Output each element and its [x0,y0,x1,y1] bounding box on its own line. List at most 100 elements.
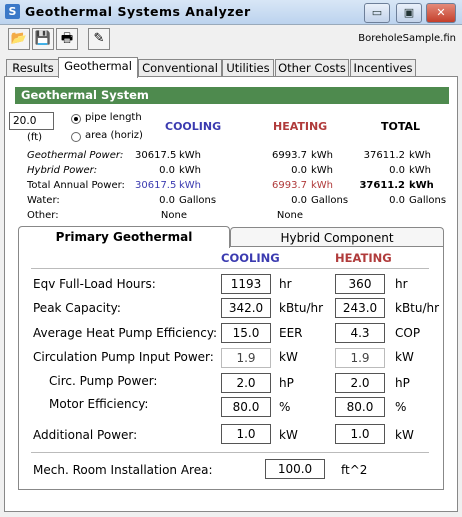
summary-heating-value: None [276,210,303,221]
heat-pump-efficiency-heating-input[interactable]: 4.3 [335,323,385,343]
summary-heating-unit: kWh [311,150,334,161]
summary-cooling-unit: kWh [179,165,202,176]
circ-pump-power-heating-input[interactable]: 2.0 [335,373,385,393]
motor-efficiency-heating-input[interactable]: 80.0 [335,397,385,417]
open-folder-icon[interactable]: 📂 [8,28,30,50]
summary-total-unit: Gallons [409,195,447,206]
summary-total-unit: kWh [409,150,432,161]
summary-total-unit: kWh [409,165,432,176]
motor-efficiency-label: Motor Efficiency: [49,397,149,411]
additional-power-label: Additional Power: [33,428,138,442]
primary-cooling-header: COOLING [221,251,280,265]
edit-icon[interactable]: ✎ [88,28,110,50]
minimize-button[interactable]: ▭ [364,3,390,23]
file-name: BoreholeSample.fin [358,33,456,44]
mech-room-area-label: Mech. Room Installation Area: [33,463,213,477]
summary-heating-value: 6993.7 [272,180,307,191]
full-load-hours-heating-input[interactable]: 360 [335,274,385,294]
window-title: Geothermal Systems Analyzer [25,4,251,19]
summary-cooling-value: 30617.5 [135,180,177,191]
summary-heating-value: 0.0 [291,165,307,176]
additional-power-cooling-input[interactable]: 1.0 [221,424,271,444]
circ-pump-power-cooling-input[interactable]: 2.0 [221,373,271,393]
full-load-hours-cooling-input[interactable]: 1193 [221,274,271,294]
tab-primary-geothermal[interactable]: Primary Geothermal [18,226,230,248]
full-load-hours-label: Eqv Full-Load Hours: [33,277,156,291]
peak-capacity-heating-unit: kBtu/hr [395,301,440,315]
circulation-pump-heating-unit: kW [395,350,414,364]
pipe-length-input[interactable]: 20.0 [9,112,54,130]
circ-pump-power-cooling-unit: hP [279,376,294,390]
radio-pipe-length[interactable] [71,114,81,124]
tab-results[interactable]: Results [6,59,60,77]
mech-room-area-unit: ft^2 [341,463,368,477]
heat-pump-efficiency-cooling-input[interactable]: 15.0 [221,323,271,343]
summary-cooling-header: COOLING [165,120,222,133]
summary-heating-value: 0.0 [291,195,307,206]
summary-heating-unit: kWh [311,165,334,176]
summary-cooling-value: 0.0 [159,195,175,206]
print-icon[interactable]: 🖶 [56,28,78,50]
summary-cooling-unit: kWh [179,150,202,161]
motor-efficiency-heating-unit: % [395,400,407,414]
summary-total-value: 0.0 [389,195,405,206]
motor-efficiency-cooling-unit: % [279,400,291,414]
summary-heating-value: 6993.7 [272,150,307,161]
circ-pump-power-heating-unit: hP [395,376,410,390]
peak-capacity-cooling-input[interactable]: 342.0 [221,298,271,318]
circ-pump-power-label: Circ. Pump Power: [49,374,158,388]
header-divider [31,268,429,269]
motor-efficiency-cooling-input[interactable]: 80.0 [221,397,271,417]
pipe-unit: (ft) [27,132,43,143]
summary-cooling-value: None [160,210,187,221]
summary-row-label: Hybrid Power: [27,165,98,176]
additional-power-heating-unit: kW [395,428,414,442]
radio-area-horiz-label: area (horiz) [85,130,143,141]
close-button[interactable]: ✕ [426,3,456,23]
circulation-pump-cooling-value: 1.9 [221,348,271,368]
primary-heating-header: HEATING [335,251,392,265]
tab-hybrid-component[interactable]: Hybrid Component [230,227,444,247]
summary-total-value: 37611.2 [359,180,405,191]
summary-cooling-unit: kWh [179,180,202,191]
summary-total-unit: kWh [409,180,434,191]
primary-geothermal-panel: COOLING HEATING Eqv Full-Load Hours: 119… [18,246,444,490]
tab-incentives[interactable]: Incentives [350,59,416,77]
summary-row-label: Water: [27,195,60,206]
tab-utilities[interactable]: Utilities [222,59,274,77]
heat-pump-efficiency-label: Average Heat Pump Efficiency: [33,326,218,340]
radio-pipe-length-label: pipe length [85,112,142,123]
tab-geothermal[interactable]: Geothermal [58,57,138,78]
peak-capacity-cooling-unit: kBtu/hr [279,301,324,315]
summary-cooling-unit: Gallons [179,195,217,206]
peak-capacity-heating-input[interactable]: 243.0 [335,298,385,318]
summary-cooling-value: 30617.5 [135,150,177,161]
summary-row-label: Geothermal Power: [27,150,124,161]
maximize-button[interactable]: ▣ [396,3,422,23]
summary-heating-header: HEATING [273,120,328,133]
summary-total-header: TOTAL [381,120,421,133]
summary-cooling-value: 0.0 [159,165,175,176]
heat-pump-efficiency-heating-unit: COP [395,326,421,340]
summary-heating-unit: Gallons [311,195,349,206]
additional-power-heating-input[interactable]: 1.0 [335,424,385,444]
circulation-pump-heating-value: 1.9 [335,348,385,368]
app-icon: S [5,4,20,19]
summary-total-value: 0.0 [389,165,405,176]
peak-capacity-label: Peak Capacity: [33,301,121,315]
title-bar: S Geothermal Systems Analyzer ▭ ▣ ✕ [0,0,462,25]
heat-pump-efficiency-cooling-unit: EER [279,326,303,340]
summary-heating-unit: kWh [311,180,334,191]
full-load-hours-cooling-unit: hr [279,277,292,291]
tab-conventional[interactable]: Conventional [138,59,222,77]
radio-area-horiz[interactable] [71,132,81,142]
summary-row-label: Other: [27,210,59,221]
full-load-hours-heating-unit: hr [395,277,408,291]
circulation-pump-input-power-label: Circulation Pump Input Power: [33,350,214,364]
summary-total-value: 37611.2 [363,150,405,161]
mech-room-area-input[interactable]: 100.0 [265,459,325,479]
toolbar: 📂 💾 🖶 ✎ BoreholeSample.fin [0,25,462,55]
mech-room-divider [31,452,429,453]
save-icon[interactable]: 💾 [32,28,54,50]
tab-other-costs[interactable]: Other Costs [275,59,349,77]
